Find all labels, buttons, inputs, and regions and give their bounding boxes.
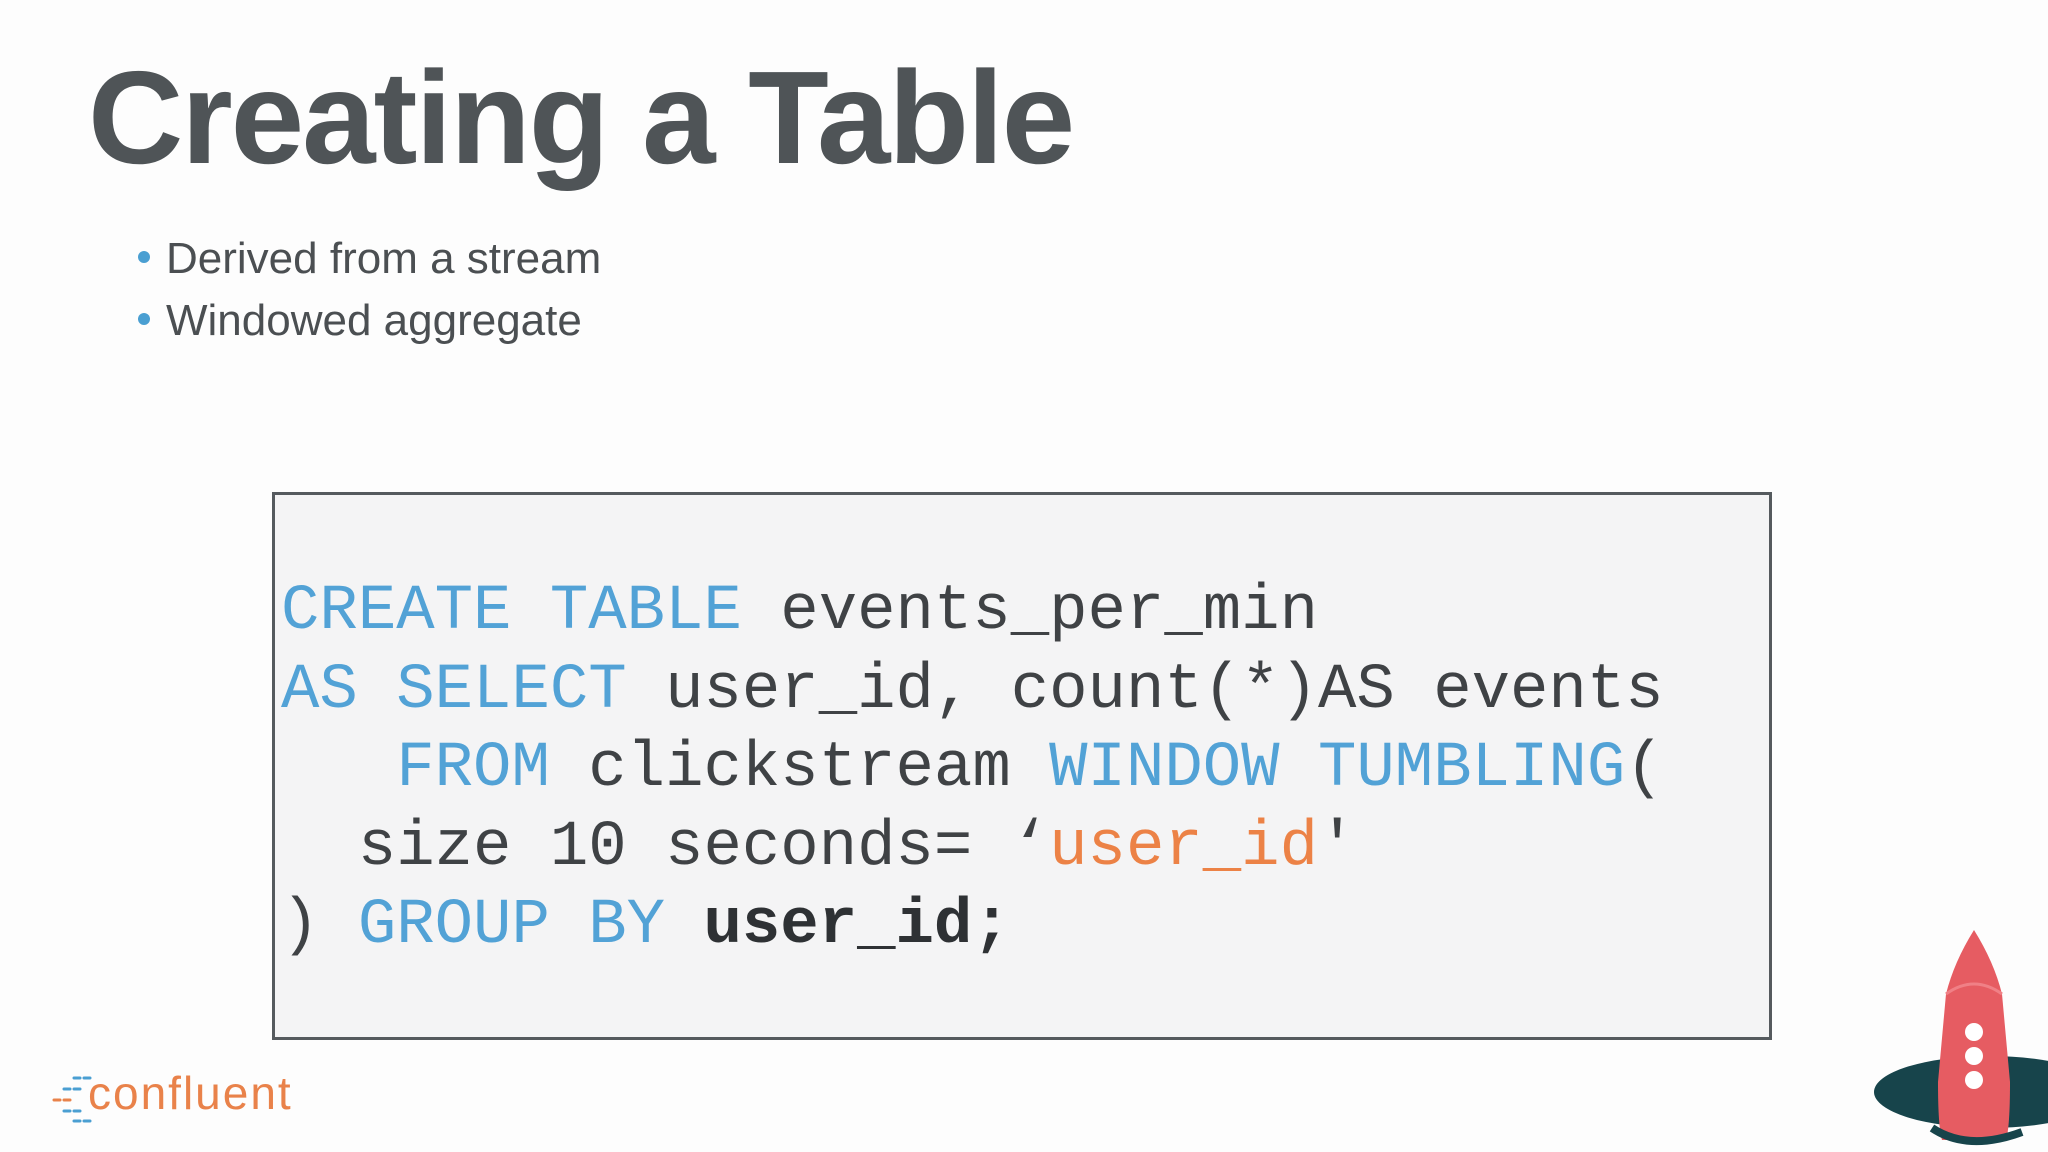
code-block: CREATE TABLE events_per_min AS SELECT us… bbox=[272, 492, 1772, 1040]
code-keyword: GROUP bbox=[357, 890, 550, 962]
code-keyword: SELECT bbox=[396, 654, 627, 727]
bullet-text: Windowed aggregate bbox=[166, 296, 582, 345]
code-text: CREATE TABLE events_per_min AS SELECT us… bbox=[281, 573, 1664, 966]
code-text-segment: size 10 seconds= bbox=[357, 811, 1011, 884]
bullet-item: Derived from a stream bbox=[138, 228, 601, 290]
bullet-dot-icon bbox=[138, 313, 150, 326]
bullet-list: Derived from a stream Windowed aggregate bbox=[138, 228, 601, 352]
slide-title: Creating a Table bbox=[88, 44, 1075, 191]
code-identifier: events_per_min bbox=[780, 576, 1318, 648]
logo-text: confluent bbox=[88, 1067, 293, 1119]
code-keyword: TUMBLING bbox=[1317, 733, 1626, 805]
bullet-item: Windowed aggregate bbox=[138, 290, 601, 352]
code-keyword: CREATE bbox=[281, 576, 512, 648]
code-punctuation: ' bbox=[1317, 811, 1357, 884]
code-text-segment: user_id, count(*)AS events bbox=[665, 654, 1664, 727]
code-punctuation: ‘ bbox=[1010, 811, 1050, 884]
code-identifier: user_id; bbox=[703, 890, 1011, 962]
code-keyword: FROM bbox=[396, 733, 550, 805]
code-identifier: clickstream bbox=[588, 733, 1011, 805]
code-punctuation: ( bbox=[1625, 733, 1664, 805]
code-punctuation: ) bbox=[281, 890, 320, 962]
bullet-text: Derived from a stream bbox=[166, 234, 602, 283]
code-string: user_id bbox=[1049, 811, 1318, 884]
code-keyword: WINDOW bbox=[1049, 733, 1280, 805]
rocket-icon bbox=[1874, 930, 2048, 1145]
code-keyword: BY bbox=[588, 890, 666, 962]
confluent-logo: confluent bbox=[52, 1067, 322, 1128]
code-keyword: AS bbox=[281, 654, 358, 727]
code-keyword: TABLE bbox=[549, 576, 742, 648]
bullet-dot-icon bbox=[138, 251, 150, 264]
slide: Creating a Table Derived from a stream W… bbox=[0, 0, 2048, 1152]
